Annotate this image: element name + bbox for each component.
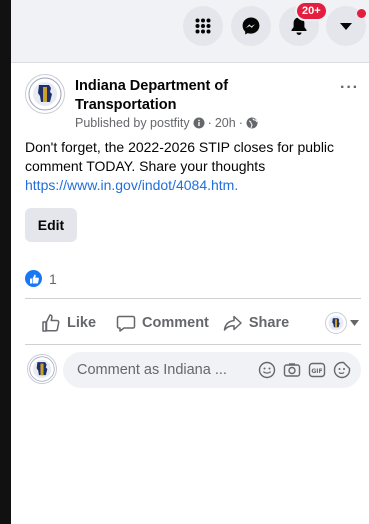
comment-input[interactable]: Comment as Indiana ... GIF [63, 352, 361, 388]
messenger-icon [241, 16, 261, 36]
post-options-button[interactable]: ··· [340, 79, 359, 97]
actions-divider-bottom [25, 344, 361, 345]
comment-placeholder: Comment as Indiana ... [77, 362, 227, 378]
comment-button[interactable]: Comment [116, 313, 209, 333]
page-avatar[interactable] [25, 74, 65, 114]
indot-logo-icon [28, 77, 62, 111]
page-name-link[interactable]: Indiana Department of Transportation [75, 77, 295, 115]
post-meta: Published by postfity · 20h · [75, 116, 258, 130]
like-label: Like [67, 315, 97, 331]
comment-bubble-icon [116, 313, 136, 333]
sticker-icon[interactable] [333, 361, 351, 383]
menu-button[interactable] [183, 6, 223, 46]
post-message: Don't forget, the 2022-2026 STIP closes … [25, 139, 335, 174]
caret-down-icon [339, 21, 353, 31]
comment-tools: GIF [258, 361, 351, 383]
left-edge-strip [0, 0, 11, 524]
messenger-button[interactable] [231, 6, 271, 46]
caret-down-small-icon [350, 320, 359, 326]
thumbs-up-icon [41, 313, 61, 333]
notifications-badge: 20+ [295, 1, 328, 21]
post-link-period: . [234, 177, 239, 193]
post-time[interactable]: 20h [215, 116, 236, 130]
alert-dot [357, 9, 366, 18]
like-reaction-icon [25, 270, 42, 287]
svg-text:GIF: GIF [311, 368, 322, 375]
camera-icon[interactable] [283, 361, 301, 383]
share-label: Share [248, 315, 290, 331]
emoji-icon[interactable] [258, 361, 276, 383]
like-button[interactable]: Like [41, 313, 96, 333]
published-by-text: Published by postfity [75, 116, 190, 130]
actions-divider-top [25, 298, 361, 299]
top-navigation-bar: 20+ [11, 0, 369, 55]
meta-separator: · [207, 116, 212, 130]
post-body: Don't forget, the 2022-2026 STIP closes … [25, 138, 365, 195]
grid-menu-icon [195, 18, 211, 34]
post-card: Indiana Department of Transportation Pub… [11, 63, 369, 524]
post-as-selector[interactable] [325, 312, 359, 334]
meta-separator-2: · [238, 116, 243, 130]
commenter-avatar[interactable] [27, 354, 57, 384]
post-actions-bar: Like Comment Share [25, 306, 361, 340]
globe-icon[interactable] [246, 117, 258, 129]
share-button[interactable]: Share [223, 313, 289, 333]
post-as-avatar [325, 312, 347, 334]
notifications-button[interactable]: 20+ [279, 1, 328, 46]
info-icon[interactable] [193, 117, 205, 129]
post-link[interactable]: https://www.in.gov/indot/4084.htm [25, 177, 234, 193]
comment-label: Comment [142, 315, 209, 331]
share-arrow-icon [223, 313, 243, 333]
edit-button[interactable]: Edit [25, 208, 77, 242]
reaction-count: 1 [49, 270, 57, 287]
account-button[interactable] [326, 6, 366, 46]
gif-icon[interactable]: GIF [308, 361, 326, 383]
reactions-summary[interactable]: 1 [25, 270, 57, 287]
